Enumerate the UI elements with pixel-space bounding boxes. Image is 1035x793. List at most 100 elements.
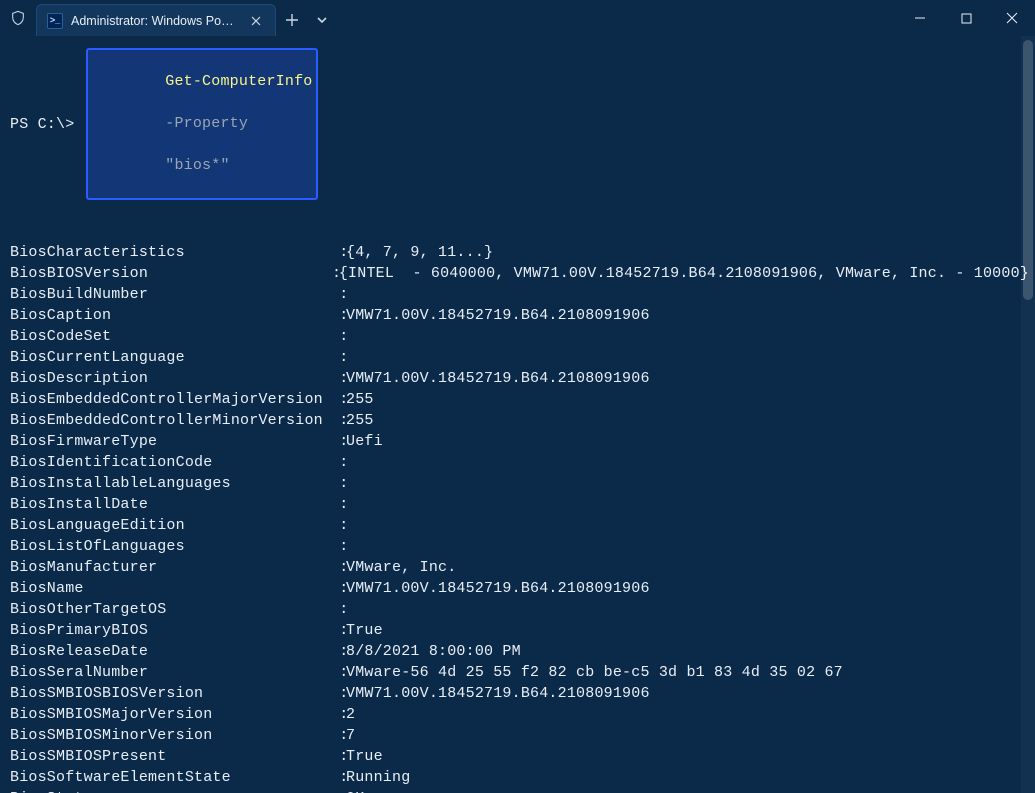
output-value bbox=[346, 452, 1025, 473]
tab-dropdown-button[interactable] bbox=[308, 14, 336, 26]
terminal-body[interactable]: PS C:\> Get-ComputerInfo -Property "bios… bbox=[0, 36, 1035, 793]
window-controls bbox=[897, 0, 1035, 36]
output-value: 8/8/2021 8:00:00 PM bbox=[346, 641, 1025, 662]
command-name: Get-ComputerInfo bbox=[165, 73, 312, 90]
output-value bbox=[346, 347, 1025, 368]
output-separator: : bbox=[330, 284, 346, 305]
output-row: BiosName : VMW71.00V.18452719.B64.210809… bbox=[10, 578, 1025, 599]
output-value: VMW71.00V.18452719.B64.2108091906 bbox=[346, 368, 1025, 389]
output-key: BiosCharacteristics bbox=[10, 242, 330, 263]
output-row: BiosManufacturer : VMware, Inc. bbox=[10, 557, 1025, 578]
output-row: BiosSMBIOSPresent : True bbox=[10, 746, 1025, 767]
output-separator: : bbox=[330, 578, 346, 599]
output-row: BiosCurrentLanguage : bbox=[10, 347, 1025, 368]
tab-active[interactable]: >_ Administrator: Windows Powe… bbox=[36, 4, 276, 36]
output-separator: : bbox=[330, 557, 346, 578]
output-separator: : bbox=[330, 683, 346, 704]
output-key: BiosManufacturer bbox=[10, 557, 330, 578]
output-row: BiosInstallableLanguages : bbox=[10, 473, 1025, 494]
output-row: BiosSMBIOSMajorVersion : 2 bbox=[10, 704, 1025, 725]
output-separator: : bbox=[330, 662, 346, 683]
output-row: BiosCodeSet : bbox=[10, 326, 1025, 347]
output-key: BiosOtherTargetOS bbox=[10, 599, 330, 620]
output-key: BiosDescription bbox=[10, 368, 330, 389]
output-key: BiosReleaseDate bbox=[10, 641, 330, 662]
close-button[interactable] bbox=[989, 0, 1035, 36]
output-separator: : bbox=[330, 725, 346, 746]
output-value: VMware, Inc. bbox=[346, 557, 1025, 578]
output-row: BiosBIOSVersion : {INTEL - 6040000, VMW7… bbox=[10, 263, 1025, 284]
tab-close-button[interactable] bbox=[247, 12, 265, 30]
output-separator: : bbox=[330, 599, 346, 620]
titlebar-spacer[interactable] bbox=[336, 0, 897, 36]
titlebar: >_ Administrator: Windows Powe… bbox=[0, 0, 1035, 36]
output-value: True bbox=[346, 746, 1025, 767]
output-separator: : bbox=[330, 620, 346, 641]
output-value bbox=[346, 536, 1025, 557]
output-separator: : bbox=[330, 767, 346, 788]
output-separator: : bbox=[330, 641, 346, 662]
output-value bbox=[346, 515, 1025, 536]
scrollbar-vertical[interactable] bbox=[1021, 36, 1035, 793]
output-value: VMware-56 4d 25 55 f2 82 cb be-c5 3d b1 … bbox=[346, 662, 1025, 683]
output-value: {INTEL - 6040000, VMW71.00V.18452719.B64… bbox=[339, 263, 1029, 284]
output-separator: : bbox=[330, 704, 346, 725]
prompt-line: PS C:\> Get-ComputerInfo -Property "bios… bbox=[10, 48, 1025, 200]
output-row: BiosListOfLanguages : bbox=[10, 536, 1025, 557]
output-value: 255 bbox=[346, 410, 1025, 431]
terminal-window: >_ Administrator: Windows Powe… bbox=[0, 0, 1035, 793]
output-row: BiosDescription : VMW71.00V.18452719.B64… bbox=[10, 368, 1025, 389]
output-value: VMW71.00V.18452719.B64.2108091906 bbox=[346, 305, 1025, 326]
output-key: BiosCurrentLanguage bbox=[10, 347, 330, 368]
output-key: BiosStatus bbox=[10, 788, 330, 793]
output-table: BiosCharacteristics : {4, 7, 9, 11...}Bi… bbox=[10, 242, 1025, 793]
output-value: True bbox=[346, 620, 1025, 641]
output-separator: : bbox=[330, 389, 346, 410]
output-value bbox=[346, 326, 1025, 347]
output-value bbox=[346, 473, 1025, 494]
blank-gap bbox=[10, 200, 1025, 242]
output-row: BiosEmbeddedControllerMajorVersion : 255 bbox=[10, 389, 1025, 410]
output-value bbox=[346, 599, 1025, 620]
output-separator: : bbox=[330, 473, 346, 494]
output-row: BiosEmbeddedControllerMinorVersion : 255 bbox=[10, 410, 1025, 431]
output-key: BiosEmbeddedControllerMajorVersion bbox=[10, 389, 330, 410]
output-key: BiosSoftwareElementState bbox=[10, 767, 330, 788]
output-row: BiosOtherTargetOS : bbox=[10, 599, 1025, 620]
output-separator: : bbox=[330, 326, 346, 347]
output-row: BiosInstallDate : bbox=[10, 494, 1025, 515]
output-key: BiosBuildNumber bbox=[10, 284, 330, 305]
output-separator: : bbox=[330, 515, 346, 536]
minimize-button[interactable] bbox=[897, 0, 943, 36]
output-value bbox=[346, 494, 1025, 515]
output-value: 2 bbox=[346, 704, 1025, 725]
output-key: BiosBIOSVersion bbox=[10, 263, 323, 284]
output-separator: : bbox=[330, 788, 346, 793]
output-key: BiosInstallableLanguages bbox=[10, 473, 330, 494]
output-value: {4, 7, 9, 11...} bbox=[346, 242, 1025, 263]
output-row: BiosCaption : VMW71.00V.18452719.B64.210… bbox=[10, 305, 1025, 326]
output-key: BiosName bbox=[10, 578, 330, 599]
output-key: BiosPrimaryBIOS bbox=[10, 620, 330, 641]
prompt-prefix: PS C:\> bbox=[10, 114, 84, 135]
output-value: Uefi bbox=[346, 431, 1025, 452]
output-key: BiosFirmwareType bbox=[10, 431, 330, 452]
output-value: VMW71.00V.18452719.B64.2108091906 bbox=[346, 683, 1025, 704]
output-row: BiosPrimaryBIOS : True bbox=[10, 620, 1025, 641]
output-key: BiosInstallDate bbox=[10, 494, 330, 515]
scrollbar-thumb[interactable] bbox=[1023, 40, 1033, 300]
shield-icon bbox=[0, 10, 36, 26]
output-value bbox=[346, 284, 1025, 305]
output-row: BiosSMBIOSBIOSVersion : VMW71.00V.184527… bbox=[10, 683, 1025, 704]
output-key: BiosIdentificationCode bbox=[10, 452, 330, 473]
output-row: BiosFirmwareType : Uefi bbox=[10, 431, 1025, 452]
output-separator: : bbox=[330, 746, 346, 767]
output-key: BiosListOfLanguages bbox=[10, 536, 330, 557]
new-tab-button[interactable] bbox=[276, 13, 308, 27]
command-highlight: Get-ComputerInfo -Property "bios*" bbox=[86, 48, 319, 200]
output-key: BiosSMBIOSMajorVersion bbox=[10, 704, 330, 725]
output-value: 255 bbox=[346, 389, 1025, 410]
output-value: Running bbox=[346, 767, 1025, 788]
maximize-button[interactable] bbox=[943, 0, 989, 36]
command-param: -Property bbox=[165, 115, 248, 132]
